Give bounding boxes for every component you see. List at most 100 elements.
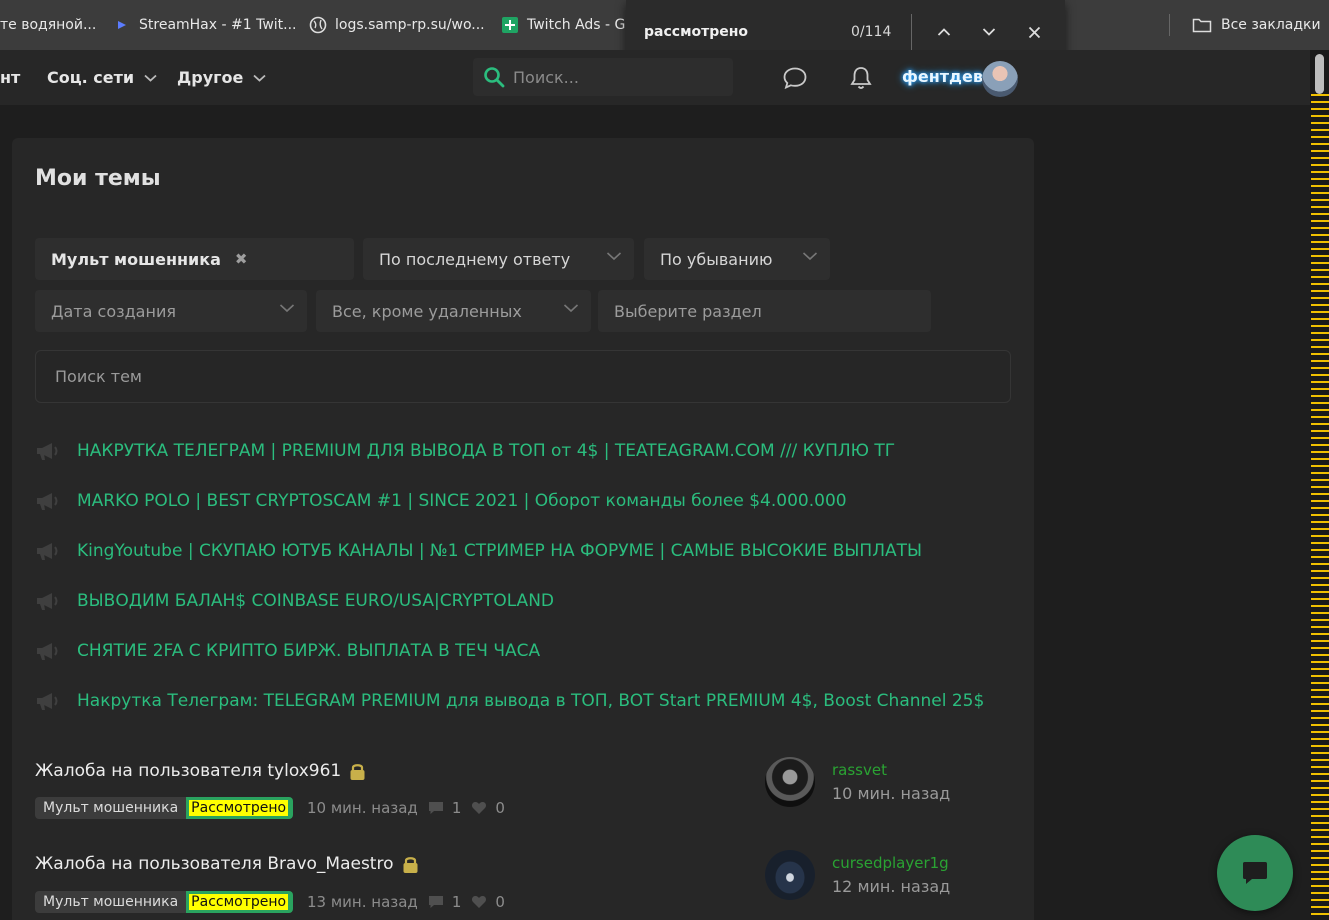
topic-search-input[interactable] bbox=[55, 367, 955, 386]
chevron-up-icon bbox=[937, 28, 951, 36]
megaphone-icon bbox=[35, 441, 63, 461]
bookmarks-divider bbox=[1169, 14, 1170, 36]
topic-search[interactable] bbox=[35, 350, 1011, 403]
bookmark-label: logs.samp-rp.su/wo... bbox=[335, 17, 485, 33]
sticky-thread-link[interactable]: ВЫВОДИМ БАЛАН$ COINBASE EURO/USA|CRYPTOL… bbox=[77, 591, 554, 611]
status-badge: Рассмотрено bbox=[186, 891, 294, 913]
nav-item-social[interactable]: Соц. сети bbox=[47, 68, 157, 87]
like-count: 0 bbox=[495, 893, 505, 911]
thread-prefix[interactable]: Мульт мошенника Рассмотрено bbox=[35, 891, 294, 913]
all-bookmarks-button[interactable]: Все закладки bbox=[1191, 0, 1321, 50]
comment-icon bbox=[428, 895, 444, 909]
chevron-down-icon bbox=[802, 252, 818, 261]
find-close-button[interactable] bbox=[1020, 18, 1048, 46]
folder-icon bbox=[1191, 16, 1213, 34]
globe-icon bbox=[309, 16, 327, 34]
bookmark-item[interactable]: logs.samp-rp.su/wo... bbox=[309, 0, 485, 50]
sticky-thread-link[interactable]: KingYoutube | СКУПАЮ ЮТУБ КАНАЛЫ | №1 СТ… bbox=[77, 541, 922, 561]
chevron-down-icon bbox=[144, 74, 157, 82]
chat-icon bbox=[1243, 862, 1267, 884]
sticky-thread: KingYoutube | СКУПАЮ ЮТУБ КАНАЛЫ | №1 СТ… bbox=[35, 536, 922, 566]
sticky-thread: НАКРУТКА ТЕЛЕГРАМ | PREMIUM ДЛЯ ВЫВОДА В… bbox=[35, 436, 895, 466]
prefix-label: Мульт мошенника bbox=[35, 797, 187, 819]
chevron-down-icon bbox=[253, 74, 266, 82]
last-post-time: 10 мин. назад bbox=[832, 784, 951, 803]
nav-label: Другое bbox=[177, 68, 244, 87]
thread-title[interactable]: Жалоба на пользователя Bravo_Maestro bbox=[35, 854, 419, 874]
status-label: Рассмотрено bbox=[189, 894, 289, 910]
thread-title-text: Жалоба на пользователя tylox961 bbox=[35, 761, 342, 781]
sticky-thread: СНЯТИЕ 2FA С КРИПТО БИРЖ. ВЫПЛАТА В ТЕЧ … bbox=[35, 636, 540, 666]
site-header: нт Соц. сети Другое фентдев bbox=[0, 50, 1310, 105]
chat-button[interactable] bbox=[1217, 835, 1293, 911]
megaphone-icon bbox=[35, 541, 63, 561]
state-select-value: Все, кроме удаленных bbox=[332, 301, 522, 321]
find-match-markers bbox=[1311, 94, 1329, 920]
sort-select-value: По последнему ответу bbox=[379, 249, 571, 269]
chat-bubble-icon bbox=[783, 67, 807, 90]
bookmark-item[interactable]: StreamHax - #1 Twit... bbox=[113, 0, 297, 50]
notifications-button[interactable] bbox=[848, 65, 874, 91]
thread-time: 13 мин. назад bbox=[307, 893, 418, 911]
status-label: Рассмотрено bbox=[189, 800, 289, 816]
header-search-input[interactable] bbox=[513, 67, 713, 87]
megaphone-icon bbox=[35, 641, 63, 661]
last-poster-avatar[interactable] bbox=[765, 757, 815, 807]
thread-row: Жалоба на пользователя Bravo_Maestro Мул… bbox=[35, 850, 1011, 920]
state-select[interactable]: Все, кроме удаленных bbox=[316, 290, 591, 332]
section-select[interactable]: Выберите раздел bbox=[598, 290, 931, 332]
thread-title[interactable]: Жалоба на пользователя tylox961 bbox=[35, 761, 366, 781]
sticky-thread-link[interactable]: СНЯТИЕ 2FA С КРИПТО БИРЖ. ВЫПЛАТА В ТЕЧ … bbox=[77, 641, 540, 661]
sticky-thread: ВЫВОДИМ БАЛАН$ COINBASE EURO/USA|CRYPTOL… bbox=[35, 586, 554, 616]
chevron-down-icon bbox=[606, 252, 622, 261]
header-search[interactable] bbox=[473, 58, 733, 96]
messages-button[interactable] bbox=[782, 65, 808, 91]
prefix-filter-label: Мульт мошенника bbox=[51, 249, 221, 269]
status-badge: Рассмотрено bbox=[186, 797, 294, 819]
find-next-button[interactable] bbox=[975, 18, 1003, 46]
nav-item-other[interactable]: Другое bbox=[177, 68, 266, 87]
megaphone-icon bbox=[35, 591, 63, 611]
scrollbar-thumb[interactable] bbox=[1315, 54, 1324, 94]
bookmark-item[interactable]: Twitch Ads - G bbox=[501, 0, 625, 50]
date-select[interactable]: Дата создания bbox=[35, 290, 307, 332]
comment-icon bbox=[428, 801, 444, 815]
sort-select[interactable]: По последнему ответу bbox=[363, 238, 634, 280]
find-input[interactable]: рассмотрено bbox=[644, 24, 748, 40]
sticky-thread-link[interactable]: Накрутка Телеграм: TELEGRAM PREMIUM для … bbox=[77, 691, 984, 711]
section-select-value: Выберите раздел bbox=[614, 301, 762, 321]
prefix-filter[interactable]: Мульт мошенника ✖ bbox=[35, 238, 354, 280]
last-poster-avatar[interactable] bbox=[765, 850, 815, 900]
sticky-thread-link[interactable]: НАКРУТКА ТЕЛЕГРАМ | PREMIUM ДЛЯ ВЫВОДА В… bbox=[77, 441, 895, 461]
sticky-thread: Накрутка Телеграм: TELEGRAM PREMIUM для … bbox=[35, 686, 984, 716]
page-scrollbar[interactable] bbox=[1310, 50, 1329, 920]
username[interactable]: фентдев bbox=[902, 67, 983, 86]
nav-item-partial[interactable]: нт bbox=[0, 68, 20, 87]
bell-icon bbox=[850, 67, 872, 89]
chevron-down-icon bbox=[279, 304, 295, 313]
bookmark-label: те водяной... bbox=[0, 17, 97, 33]
chevron-down-icon bbox=[563, 304, 579, 313]
nav-label: нт bbox=[0, 68, 21, 87]
thread-meta: 13 мин. назад 1 0 bbox=[307, 891, 505, 913]
find-previous-button[interactable] bbox=[930, 18, 958, 46]
bookmark-item[interactable]: те водяной... bbox=[0, 0, 96, 50]
like-count: 0 bbox=[495, 799, 505, 817]
thread-prefix[interactable]: Мульт мошенника Рассмотрено bbox=[35, 797, 294, 819]
last-poster-name[interactable]: cursedplayer1g bbox=[832, 854, 949, 872]
clear-filter-icon[interactable]: ✖ bbox=[235, 250, 248, 268]
sticky-thread-link[interactable]: MARKO POLO | BEST CRYPTOSCAM #1 | SINCE … bbox=[77, 491, 847, 511]
thread-time: 10 мин. назад bbox=[307, 799, 418, 817]
order-select-value: По убыванию bbox=[660, 249, 773, 269]
streamhax-icon bbox=[113, 16, 131, 34]
order-select[interactable]: По убыванию bbox=[644, 238, 830, 280]
lock-icon bbox=[350, 763, 365, 780]
last-poster-name[interactable]: rassvet bbox=[832, 761, 887, 779]
megaphone-icon bbox=[35, 491, 63, 511]
last-post-time: 12 мин. назад bbox=[832, 877, 951, 896]
reply-count: 1 bbox=[451, 799, 462, 817]
sticky-thread: MARKO POLO | BEST CRYPTOSCAM #1 | SINCE … bbox=[35, 486, 847, 516]
avatar[interactable] bbox=[982, 61, 1018, 97]
find-divider bbox=[911, 14, 912, 50]
bookmark-label: StreamHax - #1 Twit... bbox=[139, 17, 297, 33]
